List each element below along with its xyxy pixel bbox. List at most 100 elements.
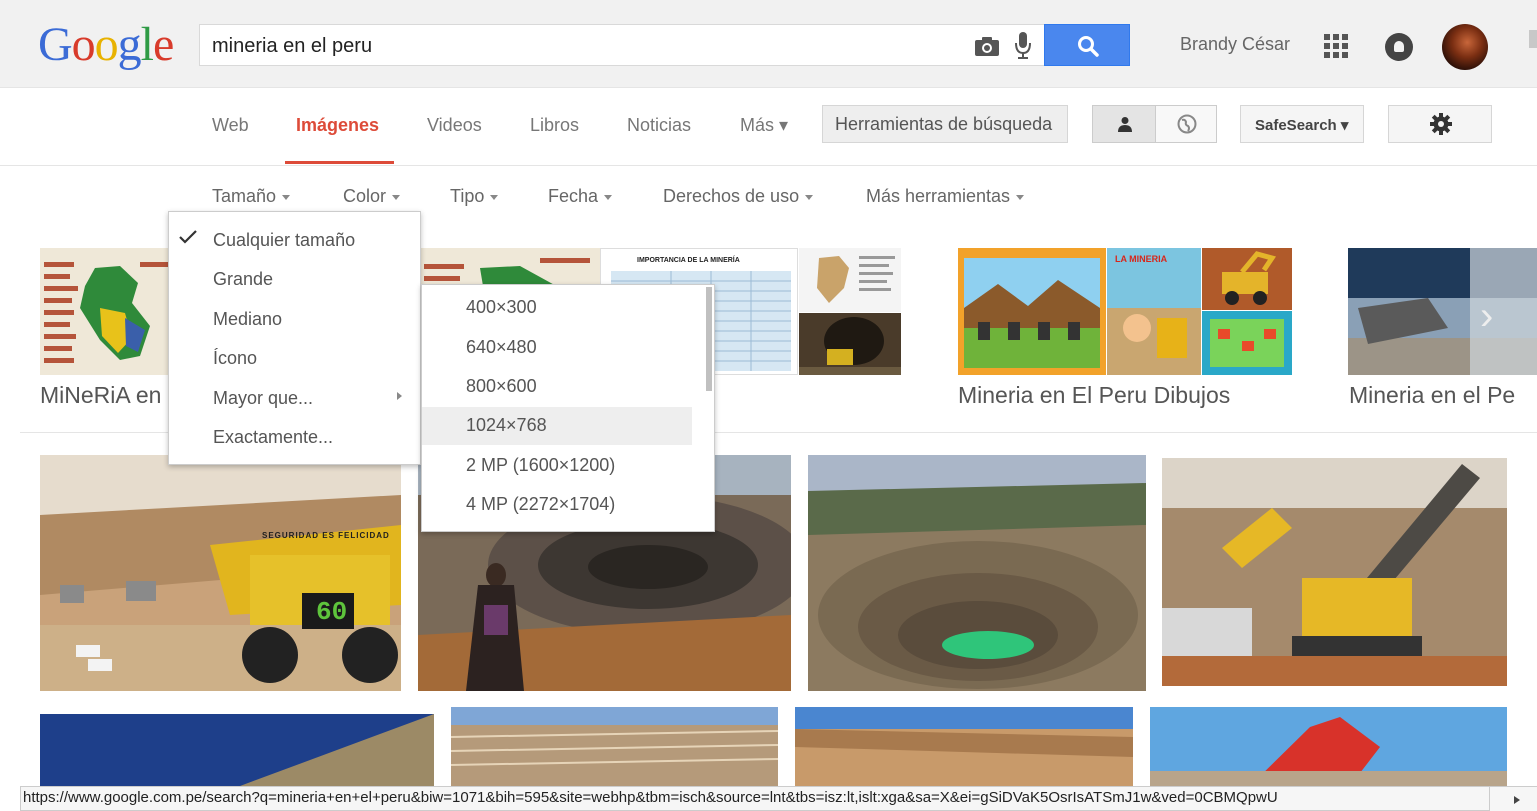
truck-banner-text: SEGURIDAD ES FELICIDAD xyxy=(262,531,390,540)
size-option-larger-than[interactable]: Mayor que... xyxy=(213,388,313,409)
tool-usage-rights[interactable]: Derechos de uso xyxy=(663,186,814,207)
tool-date-label: Fecha xyxy=(548,186,599,206)
tool-more-tools[interactable]: Más herramientas xyxy=(866,186,1025,207)
larger-than-option[interactable]: 800×600 xyxy=(422,368,692,406)
globe-icon xyxy=(1177,114,1197,134)
chevron-right-icon xyxy=(397,392,402,400)
truck-number-text: 60 xyxy=(316,597,348,627)
tab-news[interactable]: Noticias xyxy=(627,115,691,136)
logo-letter: e xyxy=(153,18,174,71)
related-caption-1[interactable]: MiNeRiA en xyxy=(40,382,161,409)
logo-letter: l xyxy=(140,18,154,71)
size-option-icon[interactable]: Ícono xyxy=(213,348,257,369)
game-screen-image xyxy=(1202,311,1292,375)
related-thumb-map[interactable] xyxy=(40,248,172,375)
search-nav: Web Imágenes Videos Libros Noticias Más … xyxy=(0,88,1537,166)
size-dropdown-menu: Cualquier tamaño Grande Mediano Ícono Ma… xyxy=(168,211,421,465)
larger-than-option[interactable]: 2 MP (1600×1200) xyxy=(422,447,692,485)
result-image-green-lake[interactable] xyxy=(808,455,1146,691)
haul-truck-image xyxy=(40,455,401,691)
logo-letter: g xyxy=(117,18,142,71)
search-input[interactable]: mineria en el peru xyxy=(199,24,1045,66)
notifications-icon[interactable] xyxy=(1385,33,1413,61)
chevron-down-icon xyxy=(805,194,814,200)
tab-more[interactable]: Más ▾ xyxy=(740,115,788,136)
tool-size-label: Tamaño xyxy=(212,186,277,206)
logo-letter: G xyxy=(38,18,73,71)
related-thumb-excavator[interactable] xyxy=(1202,248,1292,310)
size-option-large[interactable]: Grande xyxy=(213,269,273,290)
logo-letter: o xyxy=(94,18,119,71)
tab-books[interactable]: Libros xyxy=(530,115,579,136)
related-thumb-tunnel[interactable] xyxy=(799,313,901,375)
related-thumb-game[interactable] xyxy=(958,248,1106,375)
tool-usage-rights-label: Derechos de uso xyxy=(663,186,800,206)
related-thumb-small-map[interactable] xyxy=(799,248,901,312)
search-button[interactable] xyxy=(1044,24,1130,66)
tool-type-label: Tipo xyxy=(450,186,485,206)
related-thumb-game-screen[interactable] xyxy=(1202,311,1292,375)
tab-videos[interactable]: Videos xyxy=(427,115,482,136)
result-image-excavator[interactable] xyxy=(1162,458,1507,686)
result-image-row2-2[interactable] xyxy=(451,707,778,786)
tool-color-label: Color xyxy=(343,186,387,206)
related-caption-3[interactable]: Mineria en el Pe xyxy=(1349,382,1515,409)
logo-letter: o xyxy=(71,18,96,71)
tab-web[interactable]: Web xyxy=(212,115,249,136)
sky-slope-image xyxy=(40,714,434,786)
size-option-any[interactable]: Cualquier tamaño xyxy=(213,230,355,251)
mine-tunnel-image xyxy=(799,313,901,375)
tool-size[interactable]: Tamaño xyxy=(212,186,291,207)
peru-map-image xyxy=(40,248,172,375)
camera-icon[interactable] xyxy=(974,35,1000,57)
safesearch-button[interactable]: SafeSearch ▾ xyxy=(1240,105,1364,143)
status-bar-url: https://www.google.com.pe/search?q=miner… xyxy=(20,786,1490,811)
gear-icon xyxy=(1430,113,1452,135)
excavator-cartoon-image xyxy=(1202,248,1292,310)
google-logo[interactable]: Google xyxy=(38,18,174,71)
personal-results-button[interactable] xyxy=(1092,105,1156,143)
tool-type[interactable]: Tipo xyxy=(450,186,499,207)
tool-color[interactable]: Color xyxy=(343,186,401,207)
larger-than-option-highlighted[interactable]: 1024×768 xyxy=(422,407,692,445)
chevron-down-icon xyxy=(604,194,613,200)
chevron-down-icon xyxy=(490,194,499,200)
open-pit-lake-image xyxy=(808,455,1146,691)
related-thumb-cartoon[interactable]: LA MINERIA xyxy=(1107,248,1201,375)
result-image-row2-3[interactable] xyxy=(795,707,1133,786)
person-icon xyxy=(1118,117,1132,132)
chevron-right-icon[interactable]: › xyxy=(1480,296,1516,336)
larger-than-option[interactable]: 640×480 xyxy=(422,329,692,367)
tab-images[interactable]: Imágenes xyxy=(296,115,379,136)
result-image-truck[interactable]: SEGURIDAD ES FELICIDAD 60 xyxy=(40,455,401,691)
submenu-scrollbar[interactable] xyxy=(706,287,712,391)
scrollbar[interactable] xyxy=(1529,30,1537,48)
result-image-row2-1[interactable] xyxy=(40,714,434,786)
microphone-icon[interactable] xyxy=(1013,31,1033,61)
google-images-page: Google mineria en el peru Brandy César W… xyxy=(0,0,1537,811)
table-thumb-title: IMPORTANCIA DE LA MINERÍA xyxy=(637,257,740,264)
larger-than-option[interactable]: 4 MP (2272×1704) xyxy=(422,486,692,524)
tool-date[interactable]: Fecha xyxy=(548,186,613,207)
search-tools-button[interactable]: Herramientas de búsqueda xyxy=(822,105,1068,143)
avatar[interactable] xyxy=(1442,24,1488,70)
apps-grid-icon[interactable] xyxy=(1324,34,1348,58)
global-results-button[interactable] xyxy=(1155,105,1217,143)
user-name[interactable]: Brandy César xyxy=(1180,34,1290,55)
tool-more-tools-label: Más herramientas xyxy=(866,186,1011,206)
size-option-medium[interactable]: Mediano xyxy=(213,309,282,330)
related-caption-2[interactable]: Mineria en El Peru Dibujos xyxy=(958,382,1230,409)
settings-button[interactable] xyxy=(1388,105,1492,143)
result-image-row2-4[interactable] xyxy=(1150,707,1507,786)
top-bar: Google mineria en el peru Brandy César xyxy=(0,0,1537,88)
size-option-exactly[interactable]: Exactamente... xyxy=(213,427,333,448)
desert-pit-image xyxy=(795,707,1133,786)
search-query-text: mineria en el peru xyxy=(212,35,373,57)
status-bar-end xyxy=(1490,786,1537,811)
chevron-down-icon xyxy=(282,194,291,200)
cartoon-image xyxy=(1107,248,1201,375)
game-title-text: LA MINERIA xyxy=(1115,254,1168,264)
larger-than-option[interactable]: 400×300 xyxy=(422,289,692,327)
chevron-right-icon xyxy=(1514,796,1520,804)
search-icon xyxy=(1078,36,1099,57)
